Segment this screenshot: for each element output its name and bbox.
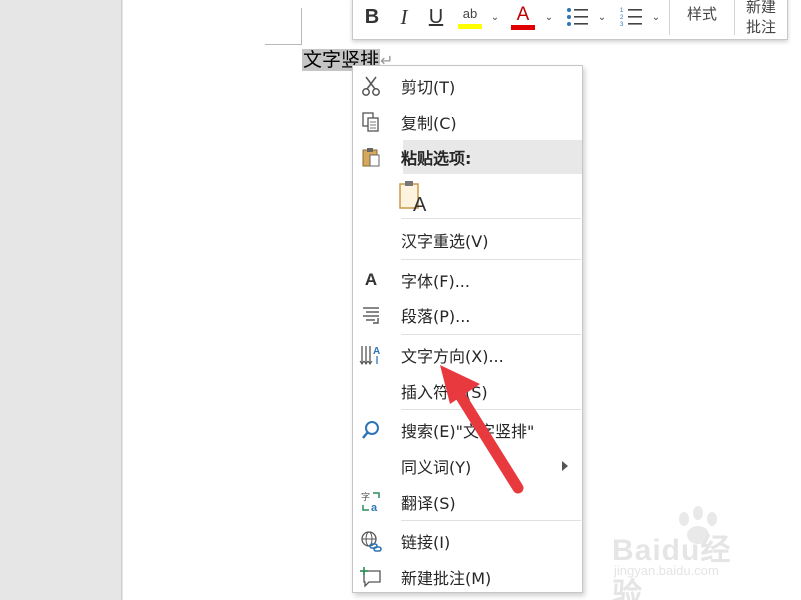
menu-item-label: 同义词(Y) [401,458,472,477]
menu-item-label: 复制(C) [401,114,457,133]
svg-text:a: a [371,502,378,514]
font-color-button[interactable]: A [508,0,538,37]
menu-separator [401,259,581,260]
font-color-dropdown-chevron-icon[interactable]: ⌄ [543,0,555,37]
menu-item-label: 段落(P)... [401,307,471,326]
search-icon [359,418,383,442]
menu-item-search[interactable]: 搜索(E)"文字竖排" [353,413,582,447]
clipboard-icon [359,145,383,169]
text-direction-icon: A [359,343,383,367]
menu-item-insert-symbol[interactable]: 插入符号(S) [353,374,582,408]
svg-text:1: 1 [620,8,624,14]
highlight-color-bar [458,23,482,29]
menu-item-label: 剪切(T) [401,78,456,97]
toolbar-divider [734,0,735,35]
copy-icon [359,110,383,134]
menu-item-label: 链接(I) [401,533,451,552]
menu-item-label: 汉字重选(V) [401,232,489,251]
numbering-dropdown-chevron-icon[interactable]: ⌄ [650,0,662,37]
menu-item-paragraph[interactable]: 段落(P)... [353,298,582,332]
menu-item-font[interactable]: A 字体(F)... [353,263,582,297]
svg-text:3: 3 [620,22,624,28]
font-color-icon: A [516,3,530,25]
paragraph-icon [359,303,383,327]
new-comment-toolbar-button[interactable]: 新建 批注 [737,0,785,37]
italic-button[interactable]: I [391,0,417,37]
numbered-list-icon: 1 2 3 [620,8,642,28]
link-globe-icon [359,529,383,553]
menu-item-cut[interactable]: 剪切(T) [353,69,582,103]
svg-text:A: A [373,346,380,357]
menu-item-label: 新建批注(M) [401,569,492,588]
menu-item-text-direction[interactable]: A 文字方向(X)... [353,338,582,372]
menu-item-hanzi-reselect[interactable]: 汉字重选(V) [353,223,582,257]
svg-text:2: 2 [620,15,624,21]
numbering-button[interactable]: 1 2 3 [617,0,647,37]
new-comment-label-line2: 批注 [745,18,776,36]
underline-button[interactable]: U [423,0,449,37]
menu-item-label: 翻译(S) [401,494,456,513]
font-color-bar [511,24,535,30]
highlight-dropdown-chevron-icon[interactable]: ⌄ [489,0,501,37]
context-menu: 剪切(T) 复制(C) 粘贴选项: A 汉字重选(V) A 字体(F)... 段… [352,65,583,593]
margin-corner-horizontal [265,44,302,45]
menu-separator [401,334,581,335]
paste-option-letter: A [413,194,427,216]
paste-options-header: 粘贴选项: [362,140,582,174]
margin-corner-vertical [301,8,302,44]
comment-icon [359,565,383,589]
menu-item-label: 字体(F)... [401,272,470,291]
paste-keep-text-only-button[interactable]: A [399,180,429,216]
menu-item-synonyms[interactable]: 同义词(Y) [353,449,582,483]
left-gutter [0,0,122,600]
highlighter-icon: ab [462,5,478,21]
bold-button[interactable]: B [359,0,385,37]
menu-item-label: 搜索(E)"文字竖排" [401,422,535,441]
submenu-arrow-icon [562,461,568,471]
menu-item-label: 文字方向(X)... [401,347,504,366]
menu-item-translate[interactable]: 字a 翻译(S) [353,485,582,519]
menu-item-label: 插入符号(S) [401,383,488,402]
watermark: Baidu经验 jingyan.baidu.com [612,505,762,600]
bullet-list-icon [567,8,588,26]
svg-text:字: 字 [361,491,370,503]
styles-button[interactable]: 样式 [673,0,731,37]
menu-item-link[interactable]: 链接(I) [353,524,582,558]
translate-icon: 字a [359,490,383,514]
menu-separator [401,409,581,410]
menu-separator [401,520,581,521]
menu-item-new-comment[interactable]: 新建批注(M) [353,560,582,594]
highlight-button[interactable]: ab [453,0,487,37]
toolbar-divider [669,0,670,35]
menu-item-copy[interactable]: 复制(C) [353,105,582,139]
font-icon: A [364,270,378,289]
scissors-icon [359,74,383,98]
mini-toolbar: B I U ab ⌄ A ⌄ ⌄ 1 2 3 ⌄ 样式 新建 批注 [352,0,788,40]
new-comment-label-line1: 新建 [745,0,776,16]
bullets-dropdown-chevron-icon[interactable]: ⌄ [596,0,608,37]
bullets-button[interactable] [563,0,593,37]
watermark-url: jingyan.baidu.com [614,563,719,578]
menu-separator [401,218,581,219]
